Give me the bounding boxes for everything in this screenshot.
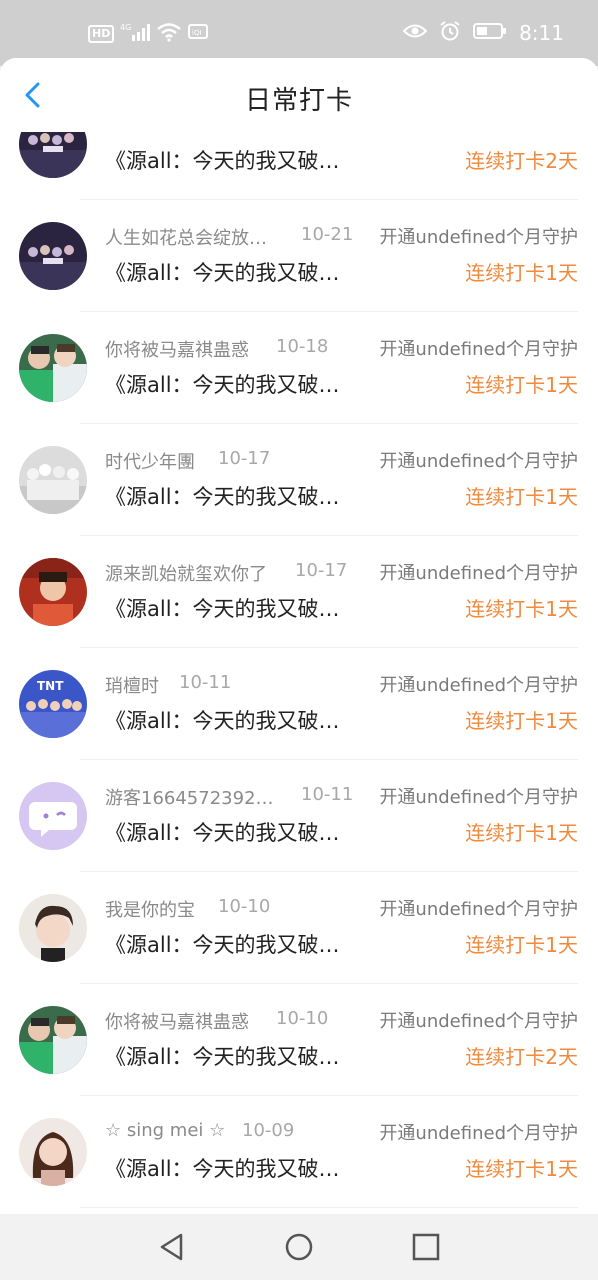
- streak-badge: 连续打卡2天: [465, 149, 578, 173]
- avatar[interactable]: [19, 222, 87, 290]
- list-item[interactable]: TNT 琑檀时 10-11 开通undefined个月守护《源all：今天的我又破… 连…: [0, 648, 598, 760]
- post-date: 10-10: [276, 1008, 329, 1029]
- streak-badge: 连续打卡1天: [465, 933, 578, 957]
- list-item[interactable]: ☆ sing mei ☆ 10-09 开通undefined个月守护《源all：今天…: [0, 1096, 598, 1208]
- post-date: 10-17: [218, 448, 271, 469]
- list-item[interactable]: 你将被马嘉祺蛊惑 10-18 开通undefined个月守护《源all：今天的我又破…: [0, 312, 598, 424]
- list-item[interactable]: 游客1664572392… 10-11 开通undefined个月守护《源all：今…: [0, 760, 598, 872]
- user-name: ☆ sing mei ☆: [105, 1120, 226, 1141]
- avatar[interactable]: TNT: [19, 670, 87, 738]
- post-date: 10-10: [218, 896, 271, 917]
- post-title: 《源all：今天的我又破…: [105, 821, 340, 845]
- list-item[interactable]: 我是你的宝 10-10 开通undefined个月守护《源all：今天的我又破… 连续…: [0, 872, 598, 984]
- avatar[interactable]: [19, 782, 87, 850]
- svg-text:iQI: iQI: [192, 29, 202, 37]
- streak-badge: 连续打卡1天: [465, 597, 578, 621]
- status-right: 8:11: [402, 20, 564, 46]
- avatar[interactable]: [19, 1006, 87, 1074]
- battery-icon: [473, 22, 507, 44]
- guard-status: 开通undefined个月守护: [379, 339, 578, 360]
- streak-badge: 连续打卡1天: [465, 821, 578, 845]
- status-left: HD 4G iQI: [88, 22, 209, 46]
- post-title: 《源all：今天的我又破…: [105, 597, 340, 621]
- post-title: 《源all：今天的我又破…: [105, 373, 340, 397]
- svg-text:TNT: TNT: [37, 679, 64, 693]
- user-name: 时代少年團: [105, 452, 195, 473]
- post-title: 《源all：今天的我又破…: [105, 933, 340, 957]
- user-name: 人生如花总会绽放…: [105, 228, 267, 249]
- guard-status: 开通undefined个月守护: [379, 1123, 578, 1144]
- guard-status: 开通undefined个月守护: [379, 899, 578, 920]
- streak-badge: 连续打卡1天: [465, 373, 578, 397]
- user-name: 你将被马嘉祺蛊惑: [105, 340, 249, 361]
- user-name: 源来凯始就玺欢你了: [105, 564, 267, 585]
- clock: 8:11: [519, 21, 564, 45]
- eye-icon: [402, 22, 428, 44]
- list-item[interactable]: 《源all：今天的我又破… 连续打卡2天: [0, 132, 598, 200]
- avatar[interactable]: [19, 132, 87, 178]
- avatar[interactable]: [19, 334, 87, 402]
- avatar[interactable]: [19, 446, 87, 514]
- post-date: 10-11: [301, 784, 354, 805]
- post-title: 《源all：今天的我又破…: [105, 1157, 340, 1181]
- avatar[interactable]: [19, 894, 87, 962]
- guard-status: 开通undefined个月守护: [379, 675, 578, 696]
- page-title: 日常打卡: [244, 86, 353, 116]
- guard-status: 开通undefined个月守护: [379, 227, 578, 248]
- post-title: 《源all：今天的我又破…: [105, 1045, 340, 1069]
- streak-badge: 连续打卡1天: [465, 261, 578, 285]
- alarm-icon: [439, 20, 461, 46]
- post-date: 10-17: [295, 560, 348, 581]
- wifi-icon: [156, 22, 182, 46]
- list-item[interactable]: 你将被马嘉祺蛊惑 10-10 开通undefined个月守护《源all：今天的我又破…: [0, 984, 598, 1096]
- post-title: 《源all：今天的我又破…: [105, 485, 340, 509]
- divider: [80, 1207, 578, 1208]
- user-name: 我是你的宝: [105, 900, 195, 921]
- system-nav-bar: [0, 1214, 598, 1280]
- streak-badge: 连续打卡2天: [465, 1045, 578, 1069]
- list-item[interactable]: 源来凯始就玺欢你了 10-17 开通undefined个月守护《源all：今天的我又…: [0, 536, 598, 648]
- avatar[interactable]: [19, 1118, 87, 1186]
- post-date: 10-11: [179, 672, 232, 693]
- post-title: 《源all：今天的我又破…: [105, 709, 340, 733]
- guard-status: 开通undefined个月守护: [379, 563, 578, 584]
- user-name: 游客1664572392…: [105, 788, 274, 809]
- streak-badge: 连续打卡1天: [465, 1157, 578, 1181]
- list-item[interactable]: 人生如花总会绽放… 10-21 开通undefined个月守护《源all：今天的我又…: [0, 200, 598, 312]
- signal-icon: 4G: [120, 22, 151, 46]
- svg-text:4G: 4G: [120, 23, 131, 32]
- triangle-back-icon[interactable]: [157, 1232, 187, 1262]
- checkin-list[interactable]: 《源all：今天的我又破… 连续打卡2天 人生如花总会绽放… 10-21 开通undef…: [0, 132, 598, 1214]
- guard-status: 开通undefined个月守护: [379, 787, 578, 808]
- cast-icon: iQI: [188, 23, 209, 45]
- streak-badge: 连续打卡1天: [465, 709, 578, 733]
- page-header: 日常打卡: [0, 58, 598, 132]
- post-date: 10-21: [301, 224, 354, 245]
- hd-icon: HD: [88, 25, 115, 43]
- circle-home-icon[interactable]: [284, 1232, 314, 1262]
- guard-status: 开通undefined个月守护: [379, 1011, 578, 1032]
- user-name: 琑檀时: [105, 676, 159, 697]
- post-date: 10-18: [276, 336, 329, 357]
- square-recents-icon[interactable]: [411, 1232, 441, 1262]
- post-date: 10-09: [242, 1120, 295, 1141]
- list-item[interactable]: 时代少年團 10-17 开通undefined个月守护《源all：今天的我又破… 连续…: [0, 424, 598, 536]
- post-title: 《源all：今天的我又破…: [105, 149, 340, 173]
- status-bar: HD 4G iQI 8:11: [0, 0, 598, 66]
- streak-badge: 连续打卡1天: [465, 485, 578, 509]
- avatar[interactable]: [19, 558, 87, 626]
- user-name: 你将被马嘉祺蛊惑: [105, 1012, 249, 1033]
- guard-status: 开通undefined个月守护: [379, 451, 578, 472]
- post-title: 《源all：今天的我又破…: [105, 261, 340, 285]
